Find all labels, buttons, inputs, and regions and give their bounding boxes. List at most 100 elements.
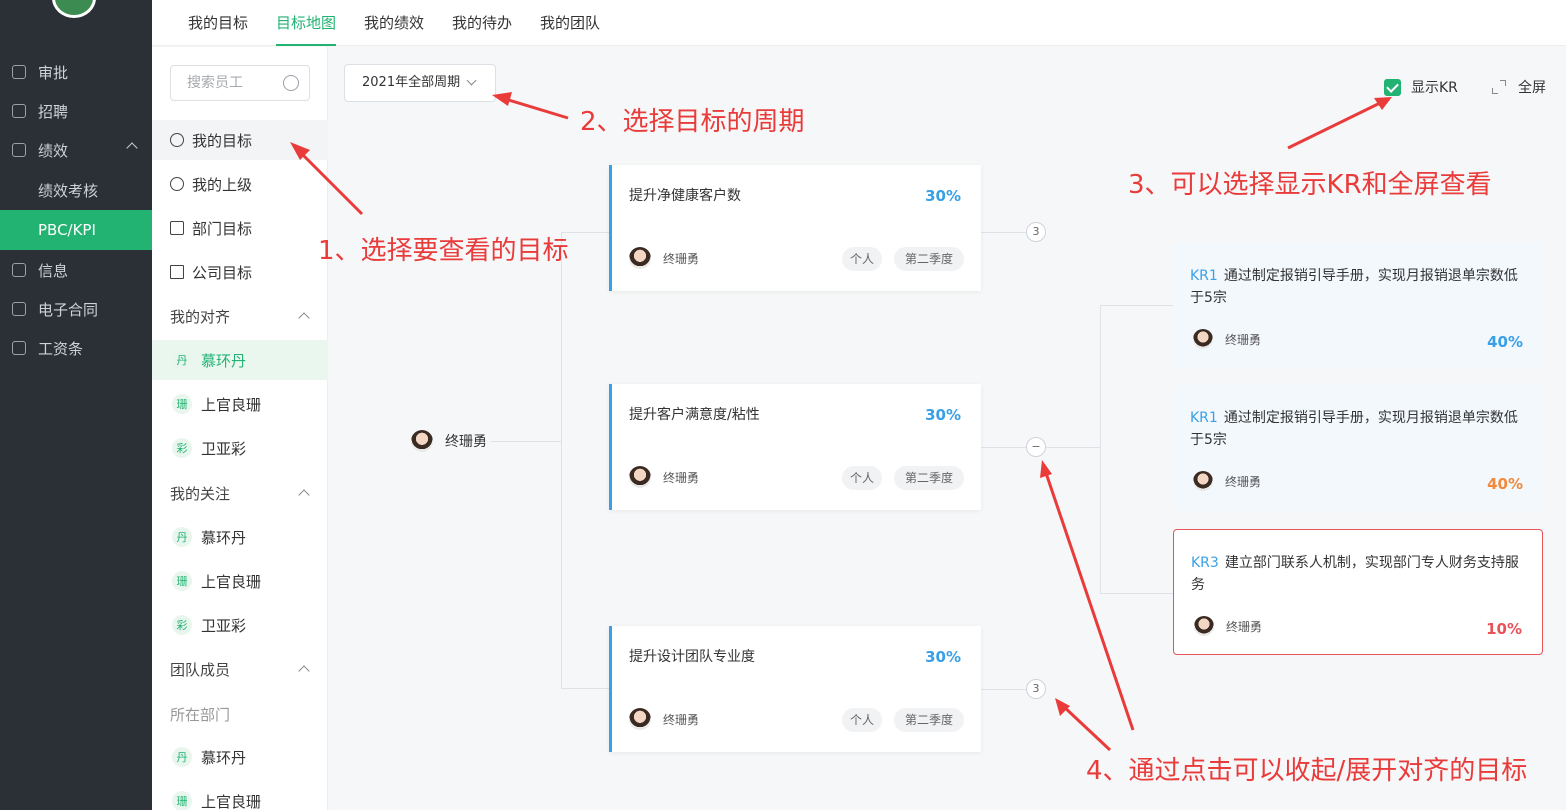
avatar (1194, 616, 1214, 636)
list-item[interactable]: 丹慕环丹 (152, 737, 328, 777)
kr-text: KR1 通过制定报销引导手册，实现月报销退单宗数低于5宗 (1190, 268, 1518, 306)
tab-my-todo[interactable]: 我的待办 (452, 12, 512, 46)
connector (491, 441, 561, 442)
main-nav: 审批 招聘 绩效 绩效考核 PBC/KPI 信息 电子合同 工资条 (0, 0, 152, 810)
kr-owner: 终珊勇 (1194, 616, 1262, 636)
collapse-toggle[interactable]: − (1026, 437, 1046, 457)
group-follow[interactable]: 我的关注 (152, 473, 328, 513)
nav-item-recruit[interactable]: 招聘 (0, 91, 152, 131)
org-icon (170, 221, 184, 235)
tag-quarter: 第二季度 (894, 247, 964, 271)
annotation-4: 4、通过点击可以收起/展开对齐的目标 (1086, 756, 1528, 786)
avatar: 珊 (172, 791, 192, 810)
expand-toggle[interactable]: 3 (1026, 679, 1046, 699)
goal-owner: 终珊勇 (629, 466, 699, 488)
approval-icon (12, 65, 26, 79)
kr-card[interactable]: KR3 建立部门联系人机制，实现部门专人财务支持服务 终珊勇 10% (1173, 529, 1543, 655)
avatar: 丹 (172, 747, 192, 767)
tab-my-performance[interactable]: 我的绩效 (364, 12, 424, 46)
dept-label: 所在部门 (170, 706, 231, 724)
chevron-up-icon (298, 665, 310, 677)
avatar (629, 466, 651, 488)
root-owner[interactable]: 终珊勇 (411, 430, 487, 452)
goal-owner: 终珊勇 (629, 708, 699, 730)
goal-progress: 30% (925, 187, 961, 205)
group-team[interactable]: 团队成员 (152, 649, 328, 689)
chevron-up-icon (126, 142, 138, 154)
kr-text: KR1 通过制定报销引导手册，实现月报销退单宗数低于5宗 (1190, 410, 1518, 448)
nav-sub-performance-review[interactable]: 绩效考核 (0, 170, 152, 210)
expand-toggle[interactable]: 3 (1026, 222, 1046, 242)
nav-sub-pbc-kpi[interactable]: PBC/KPI (0, 210, 152, 250)
connector (1046, 447, 1100, 448)
kr-card[interactable]: KR1 通过制定报销引导手册，实现月报销退单宗数低于5宗 终珊勇 40% (1173, 385, 1543, 511)
fullscreen-button[interactable]: 全屏 (1492, 77, 1546, 97)
kr-progress: 40% (1487, 475, 1523, 493)
search-input[interactable]: 搜索员工 (170, 65, 310, 101)
kr-owner: 终珊勇 (1193, 329, 1261, 349)
tag-quarter: 第二季度 (894, 708, 964, 732)
connector (561, 232, 562, 688)
annotation-3: 3、可以选择显示KR和全屏查看 (1128, 170, 1492, 200)
group-alignment[interactable]: 我的对齐 (152, 296, 328, 336)
app-logo (52, 0, 96, 18)
show-kr-toggle[interactable]: 显示KR (1384, 77, 1458, 97)
sidebar-item-superior[interactable]: 我的上级 (152, 164, 328, 204)
performance-icon (12, 143, 26, 157)
tab-my-goals[interactable]: 我的目标 (188, 12, 248, 46)
target-icon (170, 177, 184, 191)
goal-card[interactable]: 提升客户满意度/粘性 30% 终珊勇 个人 第二季度 (609, 384, 981, 510)
connector (1100, 305, 1173, 306)
chevron-up-icon (298, 489, 310, 501)
nav-item-approval[interactable]: 审批 (0, 52, 152, 92)
recruit-icon (12, 104, 26, 118)
search-icon (283, 75, 299, 91)
goal-progress: 30% (925, 648, 961, 666)
avatar: 丹 (172, 527, 192, 547)
nav-item-contract[interactable]: 电子合同 (0, 289, 152, 329)
list-item[interactable]: 珊上官良珊 (152, 561, 328, 601)
list-item[interactable]: 丹慕环丹 (152, 340, 328, 380)
connector (561, 688, 609, 689)
tag-personal: 个人 (842, 708, 882, 732)
list-item[interactable]: 珊上官良珊 (152, 781, 328, 810)
nav-item-payslip[interactable]: 工资条 (0, 328, 152, 368)
goal-progress: 30% (925, 406, 961, 424)
tag-personal: 个人 (842, 466, 882, 490)
info-icon (12, 263, 26, 277)
kr-owner: 终珊勇 (1193, 471, 1261, 491)
sidebar-item-company-goal[interactable]: 公司目标 (152, 252, 328, 292)
avatar (629, 708, 651, 730)
list-item[interactable]: 彩卫亚彩 (152, 428, 328, 468)
avatar: 彩 (172, 615, 192, 635)
connector (1100, 305, 1101, 593)
building-icon (170, 265, 184, 279)
kr-text: KR3 建立部门联系人机制，实现部门专人财务支持服务 (1191, 555, 1519, 593)
connector (1100, 593, 1173, 594)
connector (981, 447, 1026, 448)
tag-quarter: 第二季度 (894, 466, 964, 490)
goal-map-canvas[interactable]: 2021年全部周期 显示KR 全屏 终珊勇 提升净健康客户数 30% 终珊勇 个… (329, 47, 1566, 810)
connector (981, 232, 1026, 233)
goal-card[interactable]: 提升净健康客户数 30% 终珊勇 个人 第二季度 (609, 165, 981, 291)
sidebar-item-my-goal[interactable]: 我的目标 (152, 120, 328, 160)
avatar (411, 430, 433, 452)
goal-owner: 终珊勇 (629, 247, 699, 269)
nav-item-performance[interactable]: 绩效 (0, 130, 152, 170)
checkbox-icon[interactable] (1384, 78, 1401, 96)
list-item[interactable]: 丹慕环丹 (152, 517, 328, 557)
tab-goal-map[interactable]: 目标地图 (276, 12, 337, 46)
period-select[interactable]: 2021年全部周期 (344, 64, 496, 102)
annotation-1: 1、选择要查看的目标 (318, 236, 569, 266)
tab-my-team[interactable]: 我的团队 (540, 12, 600, 46)
nav-item-info[interactable]: 信息 (0, 250, 152, 290)
list-item[interactable]: 彩卫亚彩 (152, 605, 328, 645)
top-tabs: 我的目标 目标地图 我的绩效 我的待办 我的团队 (152, 0, 1566, 46)
avatar: 丹 (172, 350, 192, 370)
kr-card[interactable]: KR1 通过制定报销引导手册，实现月报销退单宗数低于5宗 终珊勇 40% (1173, 243, 1543, 369)
list-item[interactable]: 珊上官良珊 (152, 384, 328, 424)
avatar: 珊 (172, 394, 192, 414)
tag-personal: 个人 (842, 247, 882, 271)
goal-card[interactable]: 提升设计团队专业度 30% 终珊勇 个人 第二季度 (609, 626, 981, 752)
sidebar-item-dept-goal[interactable]: 部门目标 (152, 208, 328, 248)
